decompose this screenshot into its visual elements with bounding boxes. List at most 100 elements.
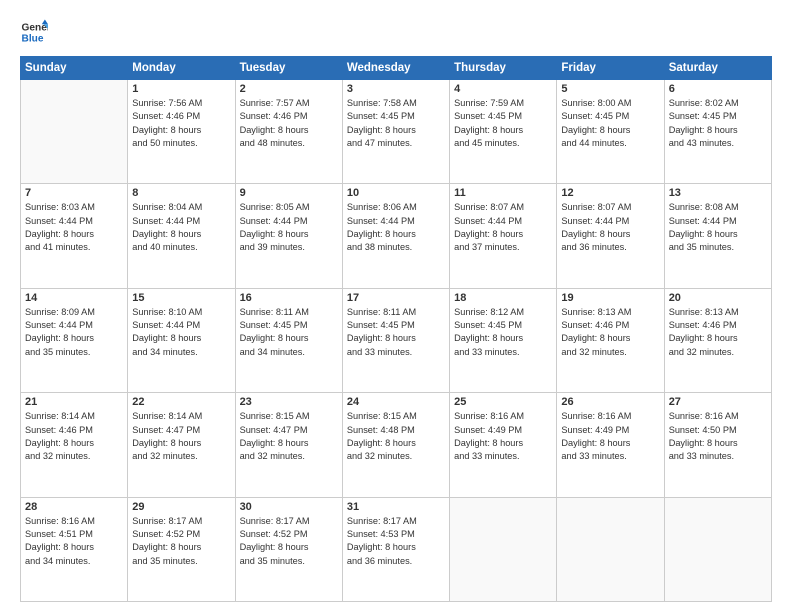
cell-line: and 36 minutes. <box>347 555 445 568</box>
cell-line: Sunset: 4:45 PM <box>347 110 445 123</box>
cell-line: and 44 minutes. <box>561 137 659 150</box>
cell-line: Daylight: 8 hours <box>454 437 552 450</box>
cell-line: and 43 minutes. <box>669 137 767 150</box>
cell-line: and 33 minutes. <box>669 450 767 463</box>
cell-line: Sunrise: 8:16 AM <box>25 515 123 528</box>
cell-line: Sunset: 4:52 PM <box>132 528 230 541</box>
cell-line: and 41 minutes. <box>25 241 123 254</box>
cell-line: Sunset: 4:53 PM <box>347 528 445 541</box>
cell-line: Daylight: 8 hours <box>669 437 767 450</box>
cell-line: Daylight: 8 hours <box>240 541 338 554</box>
cell-line: Sunset: 4:44 PM <box>25 319 123 332</box>
cell-line: and 35 minutes. <box>669 241 767 254</box>
logo-icon: General Blue <box>20 18 48 46</box>
day-number: 9 <box>240 187 338 199</box>
cell-line: Sunrise: 8:13 AM <box>561 306 659 319</box>
cell-line: Sunset: 4:45 PM <box>240 319 338 332</box>
cell-line: Sunset: 4:44 PM <box>132 215 230 228</box>
cell-line: Sunset: 4:45 PM <box>347 319 445 332</box>
cell-line: and 32 minutes. <box>25 450 123 463</box>
day-number: 4 <box>454 83 552 95</box>
cell-line: Daylight: 8 hours <box>240 332 338 345</box>
cell-line: Sunrise: 8:06 AM <box>347 201 445 214</box>
day-number: 3 <box>347 83 445 95</box>
cell-line: Sunrise: 8:12 AM <box>454 306 552 319</box>
calendar-cell <box>664 497 771 601</box>
cell-line: Daylight: 8 hours <box>132 437 230 450</box>
weekday-header-cell: Wednesday <box>342 57 449 80</box>
cell-line: Daylight: 8 hours <box>669 228 767 241</box>
cell-line: Sunset: 4:45 PM <box>454 110 552 123</box>
cell-line: Daylight: 8 hours <box>561 332 659 345</box>
calendar-cell: 11Sunrise: 8:07 AMSunset: 4:44 PMDayligh… <box>450 184 557 288</box>
day-number: 21 <box>25 396 123 408</box>
calendar-cell <box>557 497 664 601</box>
cell-line: Daylight: 8 hours <box>347 541 445 554</box>
cell-line: Sunset: 4:46 PM <box>669 319 767 332</box>
cell-line: and 45 minutes. <box>454 137 552 150</box>
cell-line: Sunrise: 8:07 AM <box>561 201 659 214</box>
cell-line: Daylight: 8 hours <box>132 124 230 137</box>
weekday-header-cell: Saturday <box>664 57 771 80</box>
day-number: 25 <box>454 396 552 408</box>
cell-line: Sunset: 4:49 PM <box>454 424 552 437</box>
cell-line: and 35 minutes. <box>132 555 230 568</box>
cell-line: Daylight: 8 hours <box>25 437 123 450</box>
cell-line: and 40 minutes. <box>132 241 230 254</box>
cell-line: Daylight: 8 hours <box>240 124 338 137</box>
cell-line: Sunset: 4:45 PM <box>561 110 659 123</box>
day-number: 15 <box>132 292 230 304</box>
cell-line: Sunrise: 8:16 AM <box>669 410 767 423</box>
cell-line: Sunset: 4:52 PM <box>240 528 338 541</box>
cell-line: and 48 minutes. <box>240 137 338 150</box>
calendar-cell: 13Sunrise: 8:08 AMSunset: 4:44 PMDayligh… <box>664 184 771 288</box>
cell-line: Sunrise: 8:16 AM <box>454 410 552 423</box>
cell-line: Sunset: 4:44 PM <box>669 215 767 228</box>
calendar-cell: 29Sunrise: 8:17 AMSunset: 4:52 PMDayligh… <box>128 497 235 601</box>
cell-line: Sunrise: 8:11 AM <box>347 306 445 319</box>
cell-line: Sunset: 4:46 PM <box>561 319 659 332</box>
cell-line: Sunrise: 8:04 AM <box>132 201 230 214</box>
cell-line: and 32 minutes. <box>240 450 338 463</box>
cell-line: and 35 minutes. <box>240 555 338 568</box>
cell-line: and 37 minutes. <box>454 241 552 254</box>
cell-line: Sunrise: 8:15 AM <box>347 410 445 423</box>
cell-line: Sunrise: 8:14 AM <box>132 410 230 423</box>
day-number: 18 <box>454 292 552 304</box>
cell-line: Daylight: 8 hours <box>347 124 445 137</box>
cell-line: Daylight: 8 hours <box>561 437 659 450</box>
cell-line: Sunset: 4:47 PM <box>132 424 230 437</box>
calendar-cell: 15Sunrise: 8:10 AMSunset: 4:44 PMDayligh… <box>128 288 235 392</box>
calendar-cell: 20Sunrise: 8:13 AMSunset: 4:46 PMDayligh… <box>664 288 771 392</box>
cell-line: Sunrise: 8:16 AM <box>561 410 659 423</box>
cell-line: Daylight: 8 hours <box>132 332 230 345</box>
header: General Blue <box>20 18 772 46</box>
cell-line: and 32 minutes. <box>347 450 445 463</box>
cell-line: and 34 minutes. <box>240 346 338 359</box>
cell-line: Daylight: 8 hours <box>454 124 552 137</box>
weekday-header-cell: Monday <box>128 57 235 80</box>
day-number: 1 <box>132 83 230 95</box>
svg-text:Blue: Blue <box>22 33 44 44</box>
calendar-cell: 5Sunrise: 8:00 AMSunset: 4:45 PMDaylight… <box>557 80 664 184</box>
cell-line: Daylight: 8 hours <box>669 332 767 345</box>
cell-line: Sunset: 4:46 PM <box>240 110 338 123</box>
cell-line: Sunset: 4:47 PM <box>240 424 338 437</box>
day-number: 27 <box>669 396 767 408</box>
calendar-cell: 28Sunrise: 8:16 AMSunset: 4:51 PMDayligh… <box>21 497 128 601</box>
calendar-cell: 26Sunrise: 8:16 AMSunset: 4:49 PMDayligh… <box>557 393 664 497</box>
cell-line: Sunrise: 8:09 AM <box>25 306 123 319</box>
calendar-cell <box>450 497 557 601</box>
day-number: 31 <box>347 501 445 513</box>
calendar-cell <box>21 80 128 184</box>
cell-line: Daylight: 8 hours <box>132 541 230 554</box>
day-number: 11 <box>454 187 552 199</box>
calendar-cell: 9Sunrise: 8:05 AMSunset: 4:44 PMDaylight… <box>235 184 342 288</box>
cell-line: and 32 minutes. <box>669 346 767 359</box>
day-number: 8 <box>132 187 230 199</box>
weekday-header-row: SundayMondayTuesdayWednesdayThursdayFrid… <box>21 57 772 80</box>
calendar-cell: 27Sunrise: 8:16 AMSunset: 4:50 PMDayligh… <box>664 393 771 497</box>
day-number: 6 <box>669 83 767 95</box>
logo: General Blue <box>20 18 48 46</box>
cell-line: Sunset: 4:51 PM <box>25 528 123 541</box>
